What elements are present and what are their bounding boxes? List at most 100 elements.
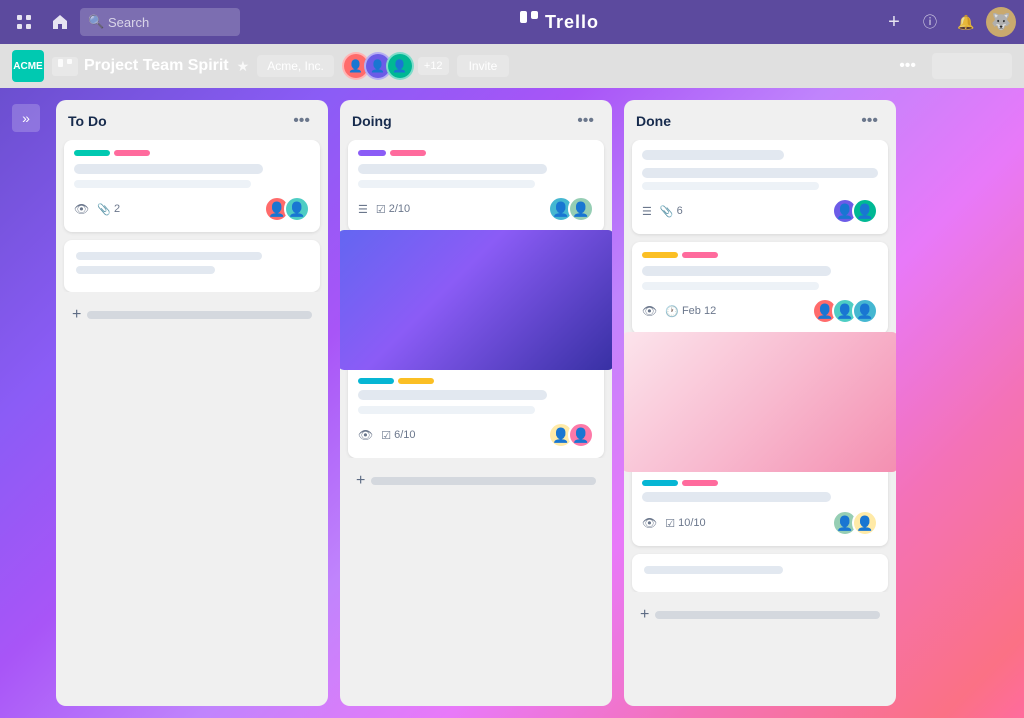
list-icon: ☰ [358, 203, 368, 216]
eye-icon: 👁 [74, 202, 89, 216]
list-done-title: Done [636, 113, 671, 129]
card-todo-placeholder[interactable] [64, 240, 320, 292]
add-icon: + [72, 306, 81, 324]
card-footer: ☰ 📎 6 👤 👤 [642, 198, 878, 224]
card-subtitle [642, 282, 819, 290]
nav-right-actions: + ⓘ 🔔 🐺 [878, 6, 1016, 38]
card-doing-2-body: 👁 ☑ 6/10 👤 👤 [348, 378, 604, 448]
card-todo-1[interactable]: 👁 📎 2 👤 👤 [64, 140, 320, 232]
card-avatar-3: 👤 [852, 298, 878, 324]
card-footer: 👁 ☑ 10/10 👤 👤 [642, 510, 878, 536]
card-labels [358, 150, 594, 156]
clip-meta: 📎 6 [660, 205, 683, 218]
card-done-3[interactable]: 👁 ☑ 10/10 👤 👤 [632, 342, 888, 546]
card-title-bar [74, 164, 263, 174]
label-pink [114, 150, 150, 156]
card-done-placeholder[interactable] [632, 554, 888, 592]
card-avatar-2: 👤 [284, 196, 310, 222]
card-meta: 👁 🕐 Feb 12 [642, 304, 716, 318]
acme-logo[interactable]: ACME [12, 50, 44, 82]
card-meta: ☰ 📎 6 [642, 205, 683, 218]
add-card-line [371, 477, 596, 485]
invite-button[interactable]: Invite [457, 55, 510, 77]
member-avatar-3[interactable]: 👤 [386, 52, 414, 80]
card-title-bar [642, 266, 831, 276]
card-avatar-2: 👤 [568, 196, 594, 222]
list-todo-menu-button[interactable]: ••• [287, 110, 316, 132]
card-title-bar [642, 150, 784, 160]
card-footer: 👁 ☑ 6/10 👤 👤 [358, 422, 594, 448]
grid-icon-btn[interactable] [8, 6, 40, 38]
info-btn[interactable]: ⓘ [914, 6, 946, 38]
check-meta: ☑ 10/10 [665, 517, 705, 530]
card-footer: ☰ ☑ 2/10 👤 👤 [358, 196, 594, 222]
card-subtitle [358, 406, 535, 414]
check-meta: ☑ 6/10 [381, 429, 415, 442]
check-count: 10/10 [678, 517, 706, 529]
date-meta: 🕐 Feb 12 [665, 305, 716, 318]
card-avatars: 👤 👤 [548, 196, 594, 222]
list-doing-header: Doing ••• [340, 100, 612, 140]
add-card-line [655, 611, 880, 619]
placeholder-line-1 [76, 252, 262, 260]
eye-meta: 👁 [74, 202, 89, 216]
list-todo-header: To Do ••• [56, 100, 328, 140]
card-footer: 👁 🕐 Feb 12 👤 👤 [642, 298, 878, 324]
board-filter-input[interactable] [932, 53, 1012, 79]
label-yellow [642, 252, 678, 258]
card-labels [358, 378, 594, 384]
add-card-todo-button[interactable]: + [64, 300, 320, 330]
eye-icon: 👁 [642, 516, 657, 530]
trello-logo-text: Trello [545, 12, 599, 33]
list-doing: Doing ••• ☰ ☑ [340, 100, 612, 706]
user-avatar[interactable]: 🐺 [986, 7, 1016, 37]
eye-meta: 👁 [642, 304, 657, 318]
label-purple [358, 150, 386, 156]
bell-btn[interactable]: 🔔 [950, 6, 982, 38]
clip-icon: 📎 [660, 205, 674, 218]
card-labels [74, 150, 310, 156]
label-teal [642, 480, 678, 486]
clip-icon: 📎 [97, 203, 111, 216]
check-icon: ☑ [376, 203, 386, 216]
card-doing-2[interactable]: 👁 ☑ 6/10 👤 👤 [348, 240, 604, 458]
date-text: Feb 12 [682, 305, 716, 317]
card-image [340, 230, 612, 370]
add-card-doing-button[interactable]: + [348, 466, 604, 496]
card-doing-1[interactable]: ☰ ☑ 2/10 👤 👤 [348, 140, 604, 232]
eye-icon: 👁 [642, 304, 657, 318]
sidebar-collapse-button[interactable]: » [12, 104, 40, 132]
add-btn[interactable]: + [878, 6, 910, 38]
card-meta: 👁 📎 2 [74, 202, 120, 216]
label-pink [390, 150, 426, 156]
eye-meta: 👁 [358, 428, 373, 442]
card-done-1[interactable]: ☰ 📎 6 👤 👤 [632, 140, 888, 234]
card-avatar-2: 👤 [568, 422, 594, 448]
trello-logo: Trello [244, 10, 874, 35]
card-footer: 👁 📎 2 👤 👤 [74, 196, 310, 222]
card-title-bar [358, 390, 547, 400]
card-meta: ☰ ☑ 2/10 [358, 203, 410, 216]
board-more-button[interactable]: ••• [891, 53, 924, 79]
list-doing-menu-button[interactable]: ••• [571, 110, 600, 132]
card-subtitle [74, 180, 251, 188]
search-input[interactable] [80, 8, 240, 36]
list-done-menu-button[interactable]: ••• [855, 110, 884, 132]
card-avatars: 👤 👤 👤 [812, 298, 878, 324]
card-avatars: 👤 👤 [832, 510, 878, 536]
card-subtitle-bar [642, 168, 878, 178]
card-avatars: 👤 👤 [548, 422, 594, 448]
add-card-done-button[interactable]: + [632, 600, 888, 630]
workspace-button[interactable]: Acme, Inc. [257, 55, 334, 77]
add-icon: + [356, 472, 365, 490]
clip-count: 6 [677, 205, 683, 217]
home-icon-btn[interactable] [44, 6, 76, 38]
placeholder-line-2 [76, 266, 215, 274]
list-doing-cards: ☰ ☑ 2/10 👤 👤 [340, 140, 612, 458]
card-image [624, 332, 896, 472]
card-done-2[interactable]: 👁 🕐 Feb 12 👤 👤 [632, 242, 888, 334]
check-icon: ☑ [665, 517, 675, 530]
add-icon: + [640, 606, 649, 624]
member-count-badge: +12 [418, 57, 449, 75]
star-button[interactable]: ★ [237, 58, 250, 75]
